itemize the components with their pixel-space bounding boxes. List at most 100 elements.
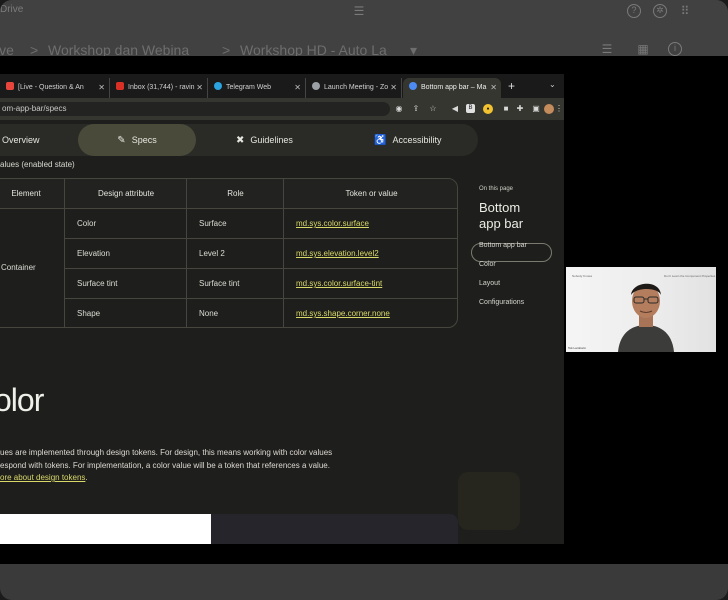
browser-tab[interactable]: Inbox (31,744) - ravin ✕ — [110, 78, 208, 98]
token-link[interactable]: md.sys.color.surface — [284, 209, 369, 239]
apps-grid-icon[interactable]: ⠿ — [678, 4, 692, 18]
role-cell: Surface — [199, 219, 227, 228]
role-cell: None — [199, 309, 219, 318]
role-cell: Surface tint — [199, 279, 240, 288]
close-icon[interactable]: ✕ — [490, 78, 497, 98]
extension-icon[interactable]: B — [466, 104, 475, 113]
google-lens-icon[interactable]: ◉ — [393, 103, 405, 115]
url-field[interactable]: om-app-bar/specs — [0, 102, 390, 116]
table-caption: alues (enabled state) — [0, 160, 75, 169]
chevron-down-icon[interactable]: ⌄ — [549, 80, 556, 89]
attribute-cell: Color — [77, 219, 97, 228]
bookmark-star-icon[interactable]: ☆ — [427, 103, 439, 115]
list-view-icon[interactable]: ☰ — [600, 42, 614, 56]
telegram-icon — [214, 82, 222, 90]
puzzle-icon[interactable]: ✚ — [514, 103, 526, 115]
browser-window: [Live - Question & An ✕ Inbox (31,744) - … — [0, 74, 564, 544]
tab-favicon-icon — [6, 82, 14, 90]
tab-specs[interactable]: ✎ Specs — [78, 124, 196, 156]
token-link[interactable]: md.sys.color.surface-tint — [284, 269, 382, 299]
gmail-icon — [116, 82, 124, 90]
toc-item-configurations[interactable]: Configurations — [479, 299, 524, 306]
page-tabs: Overview ✎ Specs ✖ Guidelines ♿ Accessibili… — [0, 124, 478, 156]
info-icon[interactable]: i — [668, 42, 682, 56]
close-icon[interactable]: ✕ — [98, 78, 105, 98]
toc-item-layout[interactable]: Layout — [479, 280, 500, 287]
drive-header: Drive ive > Workshop dan Webina > Worksh… — [0, 0, 728, 58]
globe-icon — [312, 82, 320, 90]
filter-icon[interactable]: ☰ — [352, 4, 366, 18]
browser-tab[interactable]: Telegram Web ✕ — [208, 78, 306, 98]
preview-image-light — [0, 514, 211, 544]
token-link[interactable]: md.sys.shape.corner.none — [284, 299, 390, 327]
mute-icon[interactable]: ◀ — [449, 103, 461, 115]
tab-label: Bottom app bar – Ma — [421, 84, 487, 91]
section-title: olor — [0, 382, 44, 418]
guidelines-icon: ✖ — [236, 135, 245, 146]
tab-label: Specs — [131, 135, 157, 145]
attribute-cell: Elevation — [77, 249, 110, 258]
kebab-menu-icon[interactable]: ⋮ — [553, 103, 564, 115]
page-content: Overview ✎ Specs ✖ Guidelines ♿ Accessibili… — [0, 120, 564, 544]
tab-guidelines[interactable]: ✖ Guidelines — [236, 124, 293, 156]
tab-label: Overview — [2, 135, 40, 145]
tab-label: Telegram Web — [226, 84, 272, 91]
tab-label: Launch Meeting - Zo — [324, 84, 389, 91]
table-header: Element — [0, 179, 65, 208]
toc-item-color[interactable]: Color — [479, 261, 496, 268]
new-tab-button[interactable]: + — [508, 79, 515, 93]
element-cell: Container — [1, 263, 36, 272]
app-window: Drive ive > Workshop dan Webina > Worksh… — [0, 0, 728, 600]
section-body-line: ues are implemented through design token… — [0, 448, 333, 457]
row-divider — [65, 268, 457, 269]
toc-title-line: Bottom — [479, 200, 521, 215]
drive-app-title: Drive — [0, 4, 24, 15]
material-icon — [409, 82, 417, 90]
tab-label: Accessibility — [392, 135, 442, 145]
close-icon[interactable]: ✕ — [390, 78, 397, 98]
extension-icon[interactable]: ■ — [500, 103, 512, 115]
participant-figure — [618, 283, 674, 352]
close-icon[interactable]: ✕ — [196, 78, 203, 98]
tab-label: Inbox (31,744) - ravin — [128, 84, 195, 91]
toc-title-line: app bar — [479, 216, 524, 231]
participant-name: Tok Lamborin — [568, 346, 587, 350]
preview-image-dark — [211, 514, 458, 544]
toc-item-bottom-app-bar[interactable]: Bottom app bar — [479, 242, 527, 249]
browser-tab[interactable]: Launch Meeting - Zo ✕ — [306, 78, 402, 98]
video-header-text: Nobody Knows — [572, 274, 593, 278]
table-header: Design attribute — [65, 179, 187, 208]
tab-label: [Live - Question & An — [18, 84, 84, 91]
role-cell: Level 2 — [199, 249, 225, 258]
help-icon[interactable]: ? — [627, 4, 641, 18]
decorative-card — [458, 472, 520, 530]
close-icon[interactable]: ✕ — [294, 78, 301, 98]
extension-icon[interactable]: ● — [483, 104, 493, 114]
token-link[interactable]: md.sys.elevation.level2 — [284, 239, 379, 269]
tab-accessibility[interactable]: ♿ Accessibility — [374, 124, 441, 156]
row-divider — [65, 298, 457, 299]
punctuation: . — [85, 473, 88, 482]
sidebar-icon[interactable]: ▣ — [530, 103, 542, 115]
table-header: Token or value — [284, 179, 457, 208]
section-body-line: espond with tokens. For implementation, … — [0, 461, 330, 470]
share-icon[interactable]: ⇪ — [410, 103, 422, 115]
accessibility-icon: ♿ — [374, 135, 387, 146]
avatar[interactable] — [706, 42, 720, 56]
tab-strip: [Live - Question & An ✕ Inbox (31,744) - … — [0, 74, 564, 98]
toc-heading: On this page — [479, 186, 514, 192]
browser-tab-active[interactable]: Bottom app bar – Ma ✕ — [403, 78, 501, 98]
table-header: Role — [187, 179, 284, 208]
gear-icon[interactable]: ✲ — [653, 4, 667, 18]
browser-tab[interactable]: [Live - Question & An ✕ — [0, 78, 110, 98]
address-toolbar: om-app-bar/specs ◉ ⇪ ☆ ◀ B ● ■ ✚ ▣ ⋮ — [0, 98, 564, 120]
row-divider — [65, 238, 457, 239]
attribute-cell: Shape — [77, 309, 101, 318]
toc-title: Bottom app bar — [479, 200, 523, 232]
specs-icon: ✎ — [117, 135, 126, 146]
tab-overview[interactable]: Overview — [2, 124, 40, 156]
grid-view-icon[interactable]: ▦ — [636, 42, 650, 56]
specs-table: Element Design attribute Role Token or v… — [0, 178, 458, 328]
design-tokens-link[interactable]: ore about design tokens — [0, 473, 85, 482]
participant-video[interactable]: Nobody Knows Don't Learn the Component P… — [566, 267, 716, 352]
